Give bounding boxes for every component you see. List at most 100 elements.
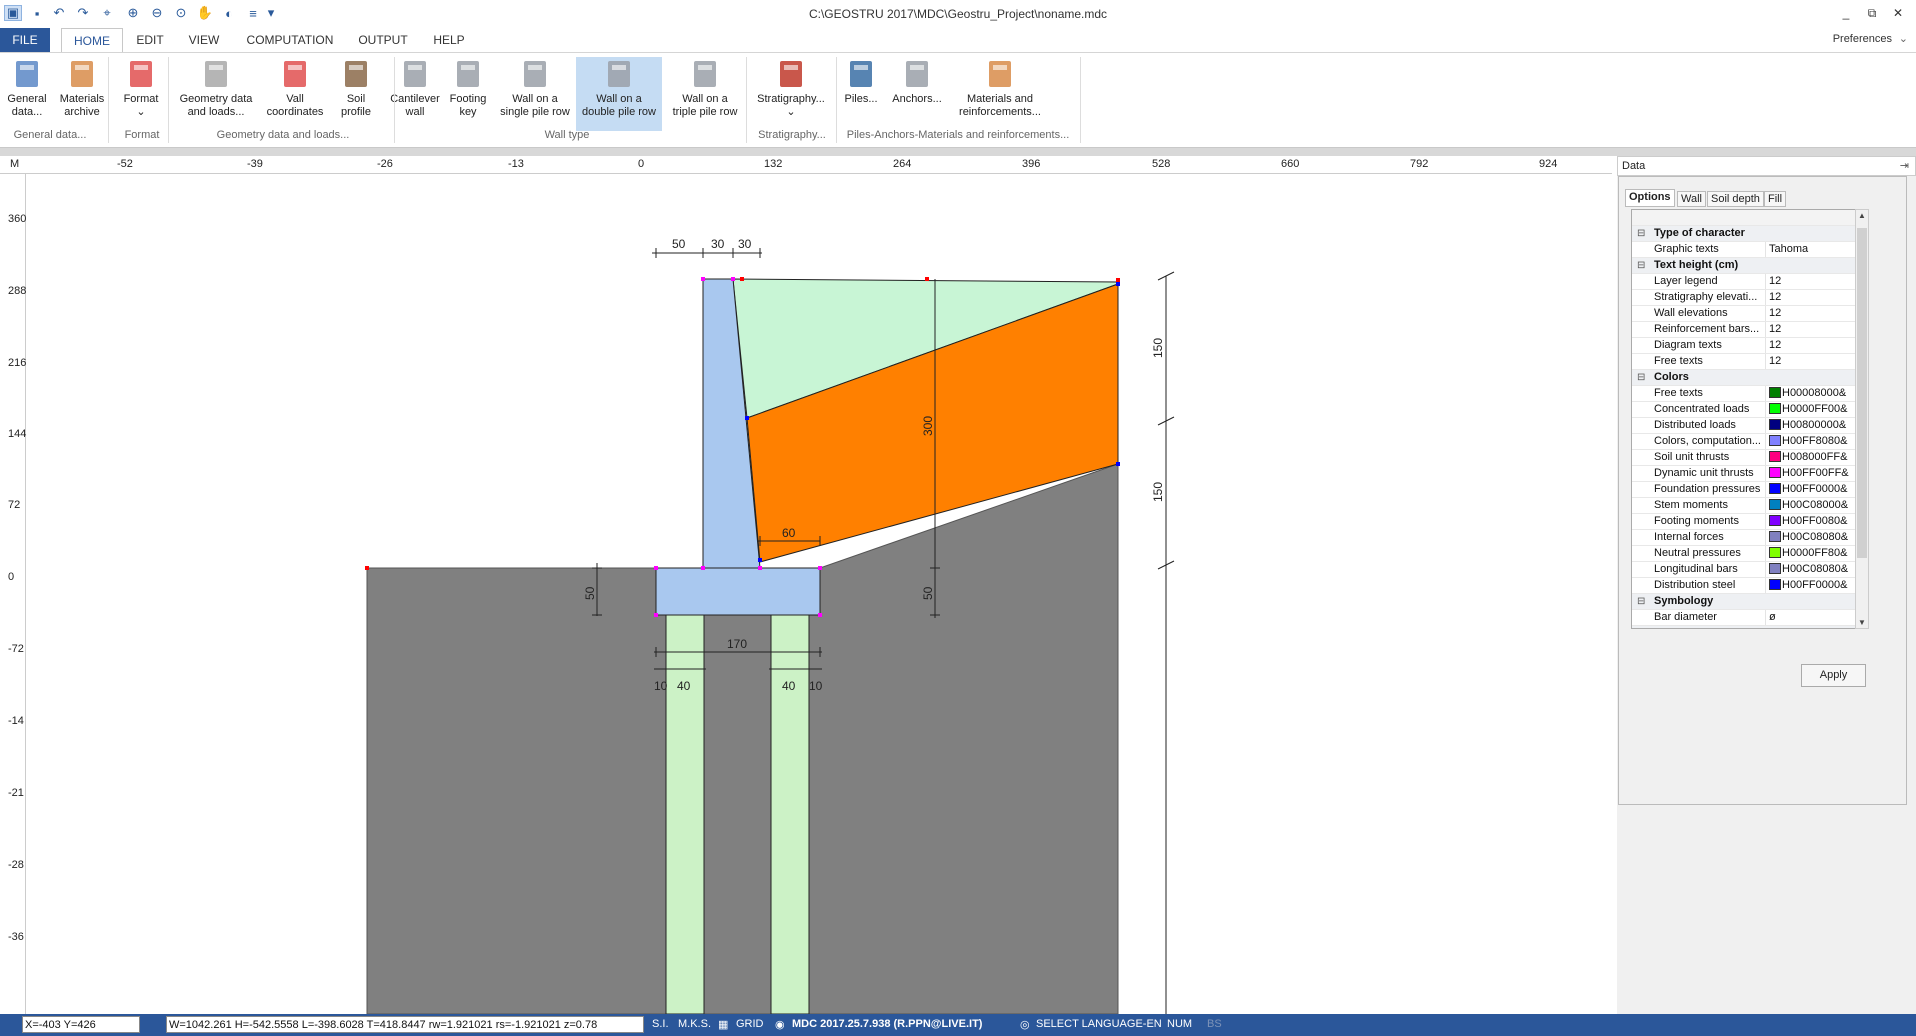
tab-help[interactable]: HELP: [426, 28, 472, 52]
close-button[interactable]: ✕: [1888, 6, 1908, 20]
property-value[interactable]: H0000FF00&: [1765, 402, 1865, 417]
property-row[interactable]: Colors, computation... H00FF8080&: [1632, 434, 1865, 450]
property-value[interactable]: H00008000&: [1765, 386, 1865, 401]
apply-button[interactable]: Apply: [1801, 664, 1866, 687]
grid-toggle[interactable]: GRID: [736, 1018, 764, 1030]
collapse-icon[interactable]: ⊟: [1637, 226, 1645, 241]
property-row[interactable]: Free texts 12: [1632, 354, 1865, 370]
tab-computation[interactable]: COMPUTATION: [240, 28, 340, 52]
collapse-icon[interactable]: ⊟: [1637, 370, 1645, 385]
property-value[interactable]: H00FF0080&: [1765, 514, 1865, 529]
soil-profile-button[interactable]: Soil profile: [330, 57, 382, 131]
collapse-icon[interactable]: ⊟: [1637, 258, 1645, 273]
general-data-button[interactable]: General data...: [4, 57, 50, 131]
property-row[interactable]: Reinforcement bars... 12: [1632, 322, 1865, 338]
property-value[interactable]: 12: [1765, 338, 1865, 353]
geometry-data-button[interactable]: Geometry data and loads...: [172, 57, 260, 131]
vall-coordinates-button[interactable]: Vall coordinates: [264, 57, 326, 131]
tab-wall[interactable]: Wall: [1677, 191, 1706, 207]
drawing-area[interactable]: 50 30 30 150 300 150 60 50 50 170 10 40 …: [0, 156, 1612, 1014]
language-selector[interactable]: SELECT LANGUAGE-EN: [1036, 1018, 1162, 1030]
chevron-down-icon[interactable]: ⌄: [1899, 32, 1908, 45]
property-value[interactable]: H00FF8080&: [1765, 434, 1865, 449]
dropdown-icon[interactable]: ▾: [262, 5, 280, 21]
property-row[interactable]: Distribution steel H00FF0000&: [1632, 578, 1865, 594]
property-value[interactable]: H00FF00FF&: [1765, 466, 1865, 481]
property-row[interactable]: Distributed loads H00800000&: [1632, 418, 1865, 434]
materials-reinforcements-button[interactable]: Materials and reinforcements...: [950, 57, 1050, 131]
anchors-button[interactable]: Anchors...: [888, 57, 946, 131]
property-row[interactable]: Stratigraphy elevati... 12: [1632, 290, 1865, 306]
restore-button[interactable]: ⧉: [1862, 6, 1882, 21]
chevron-up-icon[interactable]: ▲: [1858, 211, 1866, 220]
property-category[interactable]: ⊟ Type of character: [1632, 226, 1865, 242]
property-value[interactable]: 12: [1765, 354, 1865, 369]
scrollbar-thumb[interactable]: [1857, 228, 1867, 558]
property-category[interactable]: ⊟ Colors: [1632, 370, 1865, 386]
pan-icon[interactable]: ✋: [196, 5, 214, 21]
property-value[interactable]: H00C08000&: [1765, 498, 1865, 513]
property-value[interactable]: H00C08080&: [1765, 562, 1865, 577]
property-row[interactable]: Wall elevations 12: [1632, 306, 1865, 322]
property-row[interactable]: Stem moments H00C08000&: [1632, 498, 1865, 514]
tab-options[interactable]: Options: [1625, 189, 1675, 207]
property-row[interactable]: Longitudinal bars H00C08080&: [1632, 562, 1865, 578]
tab-fill[interactable]: Fill: [1764, 191, 1787, 207]
zoom-window-icon[interactable]: ⌖: [98, 5, 116, 21]
chevron-down-icon[interactable]: ▼: [1858, 618, 1866, 627]
units-si-toggle[interactable]: S.I.: [652, 1018, 669, 1030]
collapse-icon[interactable]: ⊟: [1637, 594, 1645, 609]
grid-icon[interactable]: ▦: [718, 1018, 728, 1031]
splitter[interactable]: [0, 148, 1916, 156]
wall-triple-pile-button[interactable]: Wall on a triple pile row: [664, 57, 746, 131]
paint-icon[interactable]: ◐: [220, 5, 238, 21]
zoom-in-icon[interactable]: ⊕: [124, 5, 142, 21]
property-category[interactable]: ⊟ Text height (cm): [1632, 258, 1865, 274]
property-value[interactable]: H00FF0000&: [1765, 482, 1865, 497]
property-value[interactable]: 12: [1765, 322, 1865, 337]
property-value[interactable]: H00FF0000&: [1765, 578, 1865, 593]
footing-key-button[interactable]: Footing key: [444, 57, 492, 131]
property-row[interactable]: Footing moments H00FF0080&: [1632, 514, 1865, 530]
property-row[interactable]: Foundation pressures H00FF0000&: [1632, 482, 1865, 498]
format-button[interactable]: Format ⌄: [116, 57, 166, 131]
wall-drawing[interactable]: 50 30 30 150 300 150 60 50 50 170 10 40 …: [0, 156, 1612, 1014]
cantilever-wall-button[interactable]: Cantilever wall: [388, 57, 442, 131]
piles-button[interactable]: Piles...: [838, 57, 884, 131]
property-row[interactable]: Neutral pressures H0000FF80&: [1632, 546, 1865, 562]
property-row[interactable]: Diagram texts 12: [1632, 338, 1865, 354]
redo-icon[interactable]: ↷: [74, 5, 92, 21]
property-value[interactable]: 12: [1765, 290, 1865, 305]
property-value[interactable]: H00C08080&: [1765, 530, 1865, 545]
property-grid-scrollbar[interactable]: ▲ ▼: [1855, 209, 1869, 629]
property-value[interactable]: H0000FF80&: [1765, 546, 1865, 561]
minimize-button[interactable]: _: [1836, 6, 1856, 20]
tab-view[interactable]: VIEW: [182, 28, 226, 52]
preferences-button[interactable]: Preferences: [1833, 33, 1892, 45]
tab-home[interactable]: HOME: [61, 28, 123, 52]
pin-icon[interactable]: ⇥: [1900, 159, 1909, 172]
property-row[interactable]: Free texts H00008000&: [1632, 386, 1865, 402]
stratigraphy-button[interactable]: Stratigraphy... ⌄: [750, 57, 832, 131]
undo-icon[interactable]: ↶: [50, 5, 68, 21]
property-row[interactable]: Graphic texts Tahoma: [1632, 242, 1865, 258]
property-value[interactable]: H008000FF&: [1765, 450, 1865, 465]
property-category[interactable]: ⊟ Symbology: [1632, 594, 1865, 610]
app-icon[interactable]: ▣: [4, 5, 22, 21]
tab-file[interactable]: FILE: [0, 28, 50, 52]
property-category[interactable]: ⊟ Computation report: [1632, 626, 1865, 628]
zoom-out-icon[interactable]: ⊖: [148, 5, 166, 21]
property-row[interactable]: Soil unit thrusts H008000FF&: [1632, 450, 1865, 466]
property-value[interactable]: 12: [1765, 306, 1865, 321]
property-grid[interactable]: ⊟ Type of character Graphic texts Tahoma ⊟ Te…: [1631, 209, 1866, 629]
units-mks-toggle[interactable]: M.K.S.: [678, 1018, 711, 1030]
tab-output[interactable]: OUTPUT: [352, 28, 414, 52]
property-value[interactable]: 12: [1765, 274, 1865, 289]
property-row[interactable]: Layer legend 12: [1632, 274, 1865, 290]
property-row[interactable]: Dynamic unit thrusts H00FF00FF&: [1632, 466, 1865, 482]
property-value[interactable]: ø: [1765, 610, 1865, 625]
collapse-icon[interactable]: ⊟: [1637, 626, 1645, 628]
save-icon[interactable]: ▪: [28, 5, 46, 21]
property-row[interactable]: Concentrated loads H0000FF00&: [1632, 402, 1865, 418]
materials-archive-button[interactable]: Materials archive: [54, 57, 110, 131]
